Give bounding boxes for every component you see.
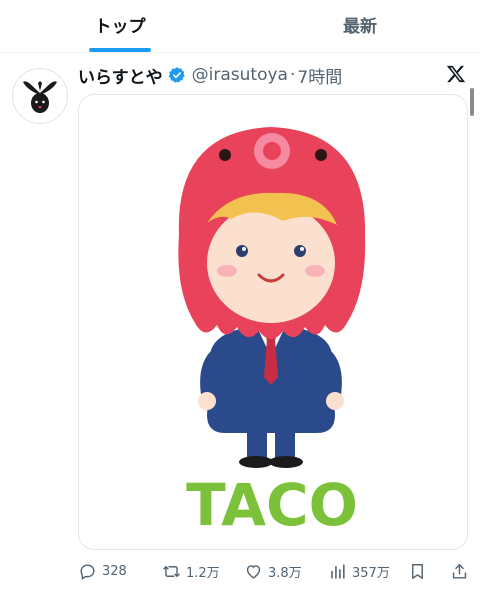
bookmark-button[interactable] <box>408 562 432 581</box>
bookmark-icon <box>412 563 423 579</box>
reply-count: 328 <box>102 563 127 579</box>
post-time[interactable]: 7時間 <box>297 63 342 88</box>
post-image[interactable]: TACO <box>78 94 468 550</box>
display-name[interactable]: いらすとや <box>78 63 163 88</box>
tab-top[interactable]: トップ <box>0 0 240 52</box>
timeline-tabs: トップ 最新 <box>0 0 480 53</box>
like-count: 3.8万 <box>268 565 302 581</box>
avatar-logo-icon <box>23 81 57 113</box>
views-icon <box>331 563 345 579</box>
reply-icon <box>80 563 95 580</box>
avatar[interactable] <box>12 68 68 124</box>
scrollbar[interactable] <box>470 88 474 116</box>
active-tab-indicator <box>89 48 151 52</box>
verified-badge-icon <box>168 67 185 83</box>
taco-text: TACO <box>186 471 358 539</box>
repost-button[interactable]: 1.2万 <box>162 562 220 581</box>
separator: · <box>289 65 296 85</box>
share-icon <box>452 563 467 579</box>
tab-top-label: トップ <box>94 16 146 37</box>
post-header: いらすとや @irasutoya · 7時間 <box>78 62 342 88</box>
user-handle[interactable]: @irasutoya <box>192 65 288 85</box>
tab-latest-label: 最新 <box>343 16 377 37</box>
like-button[interactable]: 3.8万 <box>244 562 302 581</box>
post-actions: 328 1.2万 3.8万 357万 <box>78 556 474 586</box>
repost-count: 1.2万 <box>186 565 220 581</box>
views-count: 357万 <box>352 565 390 581</box>
like-icon <box>246 564 261 579</box>
repost-icon <box>163 565 180 577</box>
tab-latest[interactable]: 最新 <box>240 0 480 52</box>
views-button[interactable]: 357万 <box>328 562 390 581</box>
share-button[interactable] <box>450 562 474 581</box>
reply-button[interactable]: 328 <box>78 562 127 581</box>
octopus-businessman-illustration: TACO <box>178 127 366 539</box>
x-logo-icon[interactable] <box>446 64 466 84</box>
